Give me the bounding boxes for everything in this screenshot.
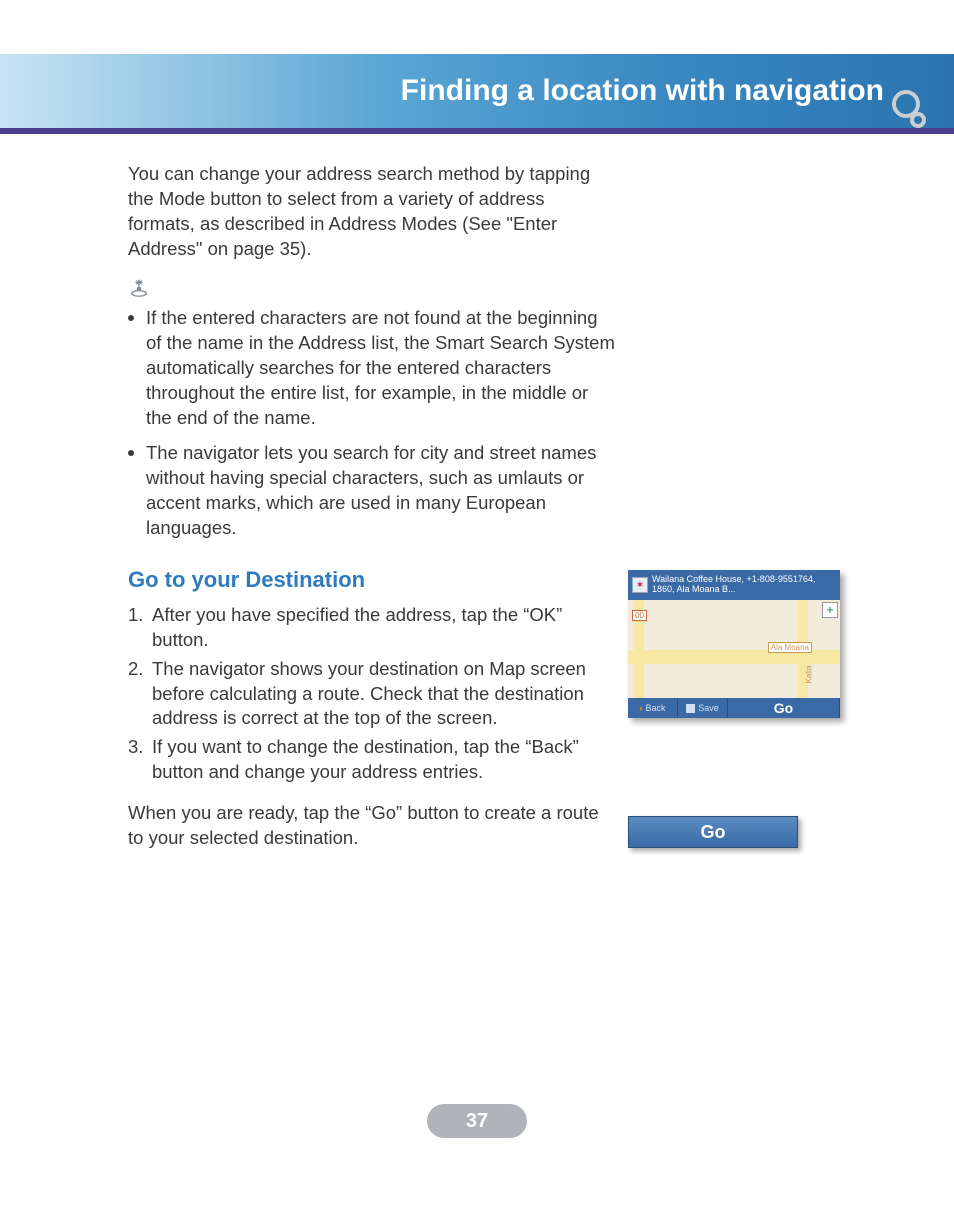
street-label: Kalia xyxy=(805,666,814,684)
corner-ornament-icon xyxy=(892,90,932,130)
map-screenshot: ✶ Wailana Coffee House, +1-808-9551764, … xyxy=(628,570,840,718)
signal-icon: ✶ xyxy=(632,577,648,593)
header-rule xyxy=(0,128,954,134)
note-bullet-2: The navigator lets you search for city a… xyxy=(128,441,616,541)
step-3: If you want to change the destination, t… xyxy=(128,735,616,785)
map-address: Wailana Coffee House, +1-808-9551764, 18… xyxy=(652,575,836,595)
note-icon xyxy=(128,276,150,298)
go-button[interactable]: Go xyxy=(728,698,840,718)
map-area: + 00 Ala Moana Kalia xyxy=(628,600,840,698)
back-button[interactable]: Back xyxy=(628,698,678,718)
intro-paragraph: You can change your address search metho… xyxy=(128,162,616,262)
save-button[interactable]: Save xyxy=(678,698,728,718)
step-2: The navigator shows your destination on … xyxy=(128,657,616,732)
map-footer: Back Save Go xyxy=(628,698,840,718)
save-label: Save xyxy=(698,703,719,713)
disk-icon xyxy=(686,704,695,713)
closing-paragraph: When you are ready, tap the “Go” button … xyxy=(128,801,616,851)
main-content: You can change your address search metho… xyxy=(128,162,616,865)
page-number: 37 xyxy=(427,1104,527,1138)
section-heading: Go to your Destination xyxy=(128,567,616,593)
title-bar: Finding a location with navigation xyxy=(0,54,954,128)
note-bullet-1: If the entered characters are not found … xyxy=(128,306,616,431)
page-title: Finding a location with navigation xyxy=(401,74,884,108)
route-shield-icon: 00 xyxy=(632,610,647,621)
steps-list: After you have specified the address, ta… xyxy=(128,603,616,786)
zoom-in-button[interactable]: + xyxy=(822,602,838,618)
step-1: After you have specified the address, ta… xyxy=(128,603,616,653)
map-header: ✶ Wailana Coffee House, +1-808-9551764, … xyxy=(628,570,840,600)
go-button-figure[interactable]: Go xyxy=(628,816,798,848)
note-bullets: If the entered characters are not found … xyxy=(128,306,616,541)
street-label: Ala Moana xyxy=(768,642,812,653)
